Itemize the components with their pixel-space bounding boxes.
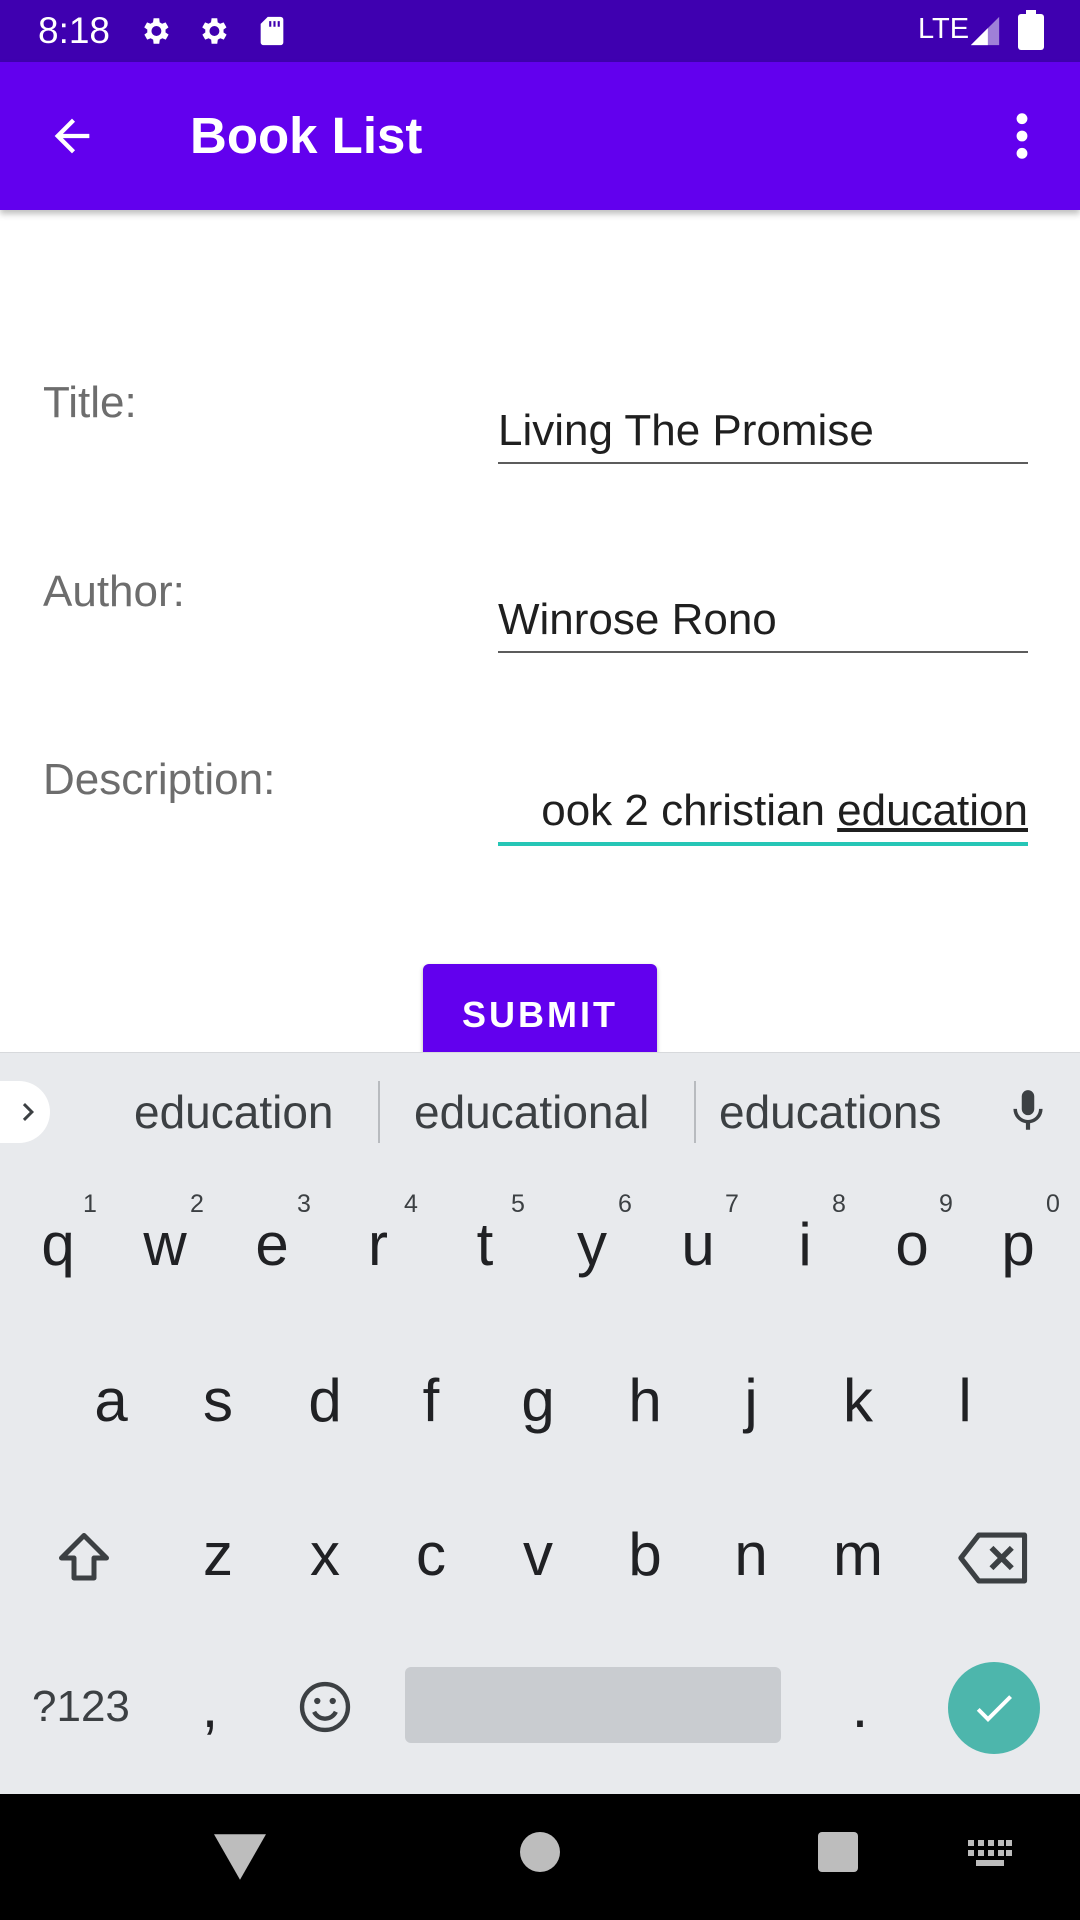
key-hint-4: 4 bbox=[404, 1190, 418, 1218]
description-text: ook 2 christian bbox=[541, 786, 838, 835]
key-z[interactable]: z bbox=[188, 1520, 248, 1589]
author-field-value: Winrose Rono bbox=[498, 595, 777, 644]
author-field-underline bbox=[498, 651, 1028, 653]
suggestion-1[interactable]: education bbox=[134, 1085, 334, 1139]
key-s[interactable]: s bbox=[188, 1366, 248, 1435]
more-vert-icon[interactable] bbox=[1000, 110, 1044, 162]
shift-icon[interactable] bbox=[52, 1528, 116, 1588]
key-y[interactable]: y bbox=[562, 1210, 622, 1279]
key-l[interactable]: l bbox=[935, 1366, 995, 1435]
suggestion-strip: education educational educations bbox=[0, 1052, 1080, 1169]
keyboard-switch-icon[interactable] bbox=[968, 1840, 1012, 1868]
key-k[interactable]: k bbox=[828, 1366, 888, 1435]
submit-button[interactable]: SUBMIT bbox=[423, 964, 657, 1066]
key-i[interactable]: i bbox=[775, 1210, 835, 1279]
key-comma[interactable]: , bbox=[190, 1672, 230, 1741]
key-hint-7: 7 bbox=[725, 1190, 739, 1218]
key-m[interactable]: m bbox=[828, 1520, 888, 1589]
key-n[interactable]: n bbox=[721, 1520, 781, 1589]
key-period[interactable]: . bbox=[840, 1672, 880, 1741]
key-c[interactable]: c bbox=[401, 1520, 461, 1589]
description-field-underline bbox=[498, 842, 1028, 846]
expand-toolbar-button[interactable] bbox=[0, 1081, 50, 1143]
suggestion-2[interactable]: educational bbox=[414, 1085, 649, 1139]
key-j[interactable]: j bbox=[721, 1366, 781, 1435]
key-f[interactable]: f bbox=[401, 1366, 461, 1435]
done-key[interactable] bbox=[948, 1662, 1040, 1754]
home-circle-icon[interactable] bbox=[520, 1832, 560, 1872]
settings-icon bbox=[144, 18, 169, 44]
back-triangle-icon[interactable] bbox=[214, 1834, 266, 1880]
key-h[interactable]: h bbox=[615, 1366, 675, 1435]
microphone-icon[interactable] bbox=[1003, 1083, 1053, 1139]
key-g[interactable]: g bbox=[508, 1366, 568, 1435]
author-field[interactable]: Winrose Rono bbox=[498, 591, 1028, 653]
sd-card-icon bbox=[260, 16, 284, 46]
key-hint-9: 9 bbox=[939, 1190, 953, 1218]
key-d[interactable]: d bbox=[295, 1366, 355, 1435]
checkmark-icon bbox=[976, 1695, 1012, 1722]
key-e[interactable]: e bbox=[242, 1210, 302, 1279]
description-field-value: ook 2 christian education bbox=[541, 786, 1028, 836]
key-r[interactable]: r bbox=[348, 1210, 408, 1279]
status-time: 8:18 bbox=[38, 10, 111, 51]
key-u[interactable]: u bbox=[668, 1210, 728, 1279]
key-hint-6: 6 bbox=[618, 1190, 632, 1218]
key-hint-5: 5 bbox=[511, 1190, 525, 1218]
key-p[interactable]: p bbox=[988, 1210, 1048, 1279]
settings-icon bbox=[202, 18, 227, 44]
navigation-bar bbox=[0, 1794, 1080, 1920]
title-field[interactable]: Living The Promise bbox=[498, 402, 1028, 464]
recents-square-icon[interactable] bbox=[818, 1832, 858, 1872]
description-label: Description: bbox=[43, 755, 276, 804]
chevron-right-icon bbox=[22, 1103, 34, 1121]
backspace-icon[interactable] bbox=[958, 1530, 1030, 1586]
key-a[interactable]: a bbox=[81, 1366, 141, 1435]
key-q[interactable]: q bbox=[28, 1210, 88, 1279]
key-w[interactable]: w bbox=[135, 1210, 195, 1279]
key-hint-3: 3 bbox=[297, 1190, 311, 1218]
battery-icon bbox=[1018, 10, 1044, 50]
suggestion-3[interactable]: educations bbox=[719, 1085, 942, 1139]
key-hint-2: 2 bbox=[190, 1190, 204, 1218]
author-label: Author: bbox=[43, 567, 185, 616]
page-title: Book List bbox=[190, 107, 423, 164]
composing-word: education bbox=[837, 786, 1028, 835]
key-t[interactable]: t bbox=[455, 1210, 515, 1279]
suggestion-divider bbox=[378, 1081, 380, 1143]
key-o[interactable]: o bbox=[882, 1210, 942, 1279]
description-field[interactable]: ook 2 christian education bbox=[498, 782, 1028, 846]
suggestion-divider bbox=[694, 1081, 696, 1143]
network-type: LTE bbox=[918, 13, 970, 45]
signal-icon bbox=[970, 16, 1000, 46]
emoji-icon[interactable] bbox=[296, 1678, 354, 1736]
space-bar[interactable] bbox=[405, 1667, 781, 1743]
title-field-underline bbox=[498, 462, 1028, 464]
key-v[interactable]: v bbox=[508, 1520, 568, 1589]
back-arrow-icon[interactable] bbox=[46, 110, 98, 162]
title-label: Title: bbox=[43, 378, 137, 427]
key-x[interactable]: x bbox=[295, 1520, 355, 1589]
title-field-value: Living The Promise bbox=[498, 406, 874, 455]
status-bar: 8:18 LTE bbox=[0, 0, 1080, 62]
app-bar: Book List bbox=[0, 62, 1080, 210]
key-hint-0: 0 bbox=[1046, 1190, 1060, 1218]
key-hint-1: 1 bbox=[83, 1190, 97, 1218]
key-b[interactable]: b bbox=[615, 1520, 675, 1589]
symbols-key[interactable]: ?123 bbox=[32, 1682, 130, 1732]
key-hint-8: 8 bbox=[832, 1190, 846, 1218]
